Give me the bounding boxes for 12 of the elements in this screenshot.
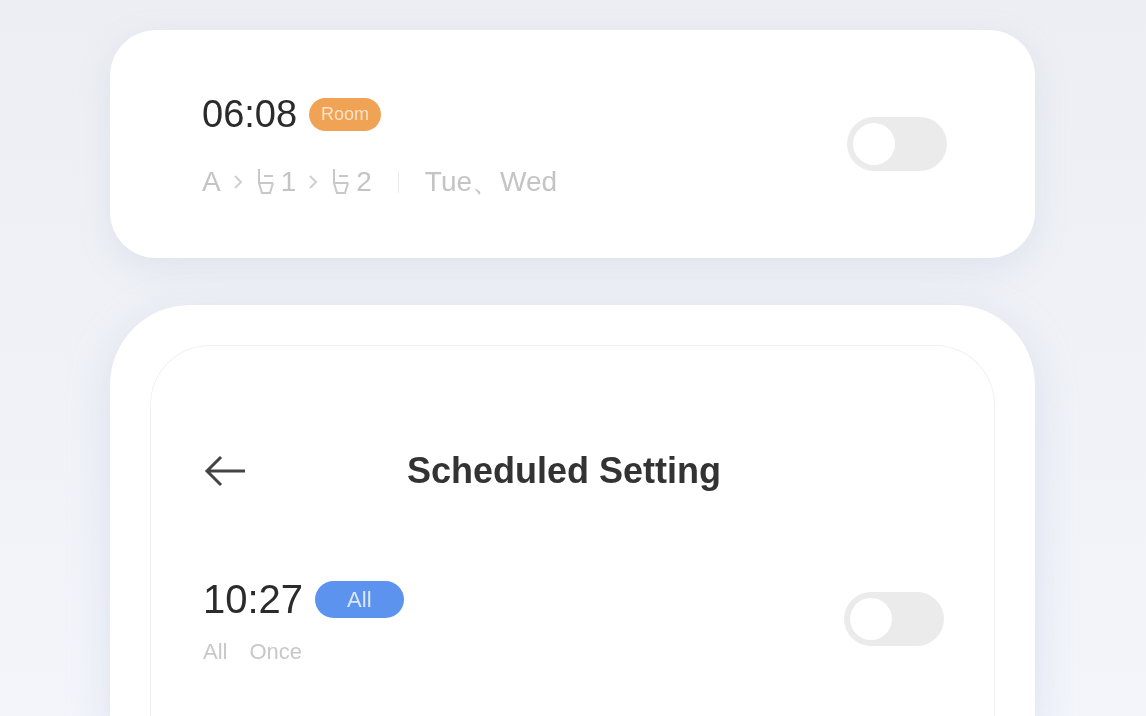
schedule-time: 10:27 bbox=[203, 576, 304, 623]
tag-badge: Room bbox=[309, 97, 382, 131]
schedule-time: 06:08 bbox=[202, 91, 298, 137]
screen-title: Scheduled Setting bbox=[407, 449, 722, 493]
chevron-icon bbox=[232, 173, 243, 190]
location-label: A bbox=[202, 164, 221, 199]
chevron-icon bbox=[308, 173, 319, 190]
repeat-days: Tue、Wed bbox=[424, 160, 558, 203]
seat-number: 1 bbox=[280, 164, 297, 199]
back-icon[interactable] bbox=[203, 454, 247, 488]
tag-badge: All bbox=[315, 580, 404, 618]
seat-number: 2 bbox=[356, 164, 372, 199]
